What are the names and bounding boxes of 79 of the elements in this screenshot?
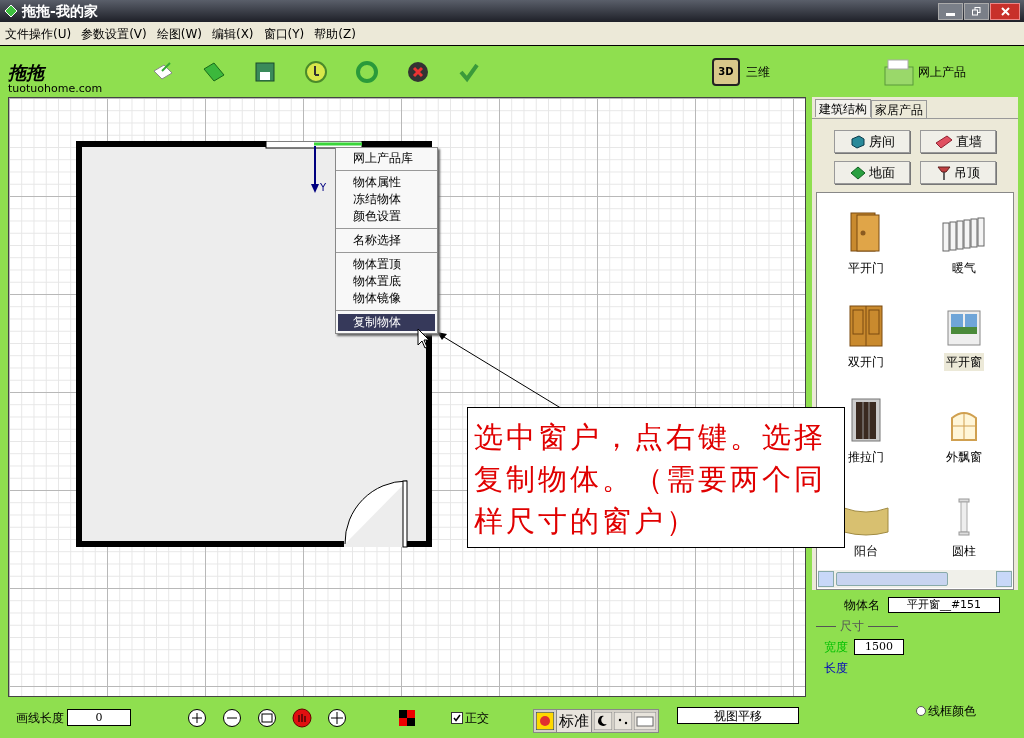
close-icon bbox=[1000, 6, 1010, 16]
annotation-callout: 选中窗户，点右键。选择复制物体。（需要两个同样尺寸的窗户） bbox=[467, 407, 845, 548]
mouse-cursor-icon bbox=[417, 328, 431, 350]
fit-view-icon[interactable] bbox=[257, 707, 277, 728]
menu-item[interactable]: 参数设置(V) bbox=[78, 24, 150, 43]
object-name-field[interactable]: 平开窗__#151 bbox=[888, 597, 1000, 613]
axis-label: Y bbox=[320, 181, 327, 195]
3d-view-label[interactable]: 三维 bbox=[746, 62, 770, 81]
column-icon bbox=[958, 497, 970, 536]
width-field[interactable]: 1500 bbox=[854, 639, 904, 655]
menu-item[interactable]: 文件操作(U) bbox=[2, 24, 75, 43]
minimize-icon bbox=[946, 12, 955, 16]
ime-mode-button[interactable]: 标准 bbox=[556, 708, 592, 734]
pan-icon[interactable] bbox=[327, 707, 347, 728]
3d-badge[interactable]: 3D bbox=[712, 57, 740, 86]
close-button[interactable] bbox=[990, 2, 1020, 20]
y-axis-arrow bbox=[310, 146, 320, 193]
operation-field[interactable]: 视图平移 bbox=[677, 707, 799, 724]
menu-entry[interactable]: 物体镜像 bbox=[338, 290, 435, 307]
menu-item[interactable]: 绘图(W) bbox=[153, 24, 205, 43]
item-label[interactable]: 圆柱 bbox=[950, 541, 978, 560]
structure-button[interactable]: 房间 bbox=[834, 130, 910, 153]
restore-button[interactable] bbox=[964, 2, 989, 20]
menu-entry[interactable]: 网上产品库 bbox=[338, 150, 435, 167]
menu-entry[interactable]: 物体置顶 bbox=[338, 256, 435, 273]
menu-item[interactable]: 帮助(Z) bbox=[311, 24, 359, 43]
wire-color-label: 线框颜色 bbox=[928, 703, 976, 720]
width-label: 宽度 bbox=[824, 639, 848, 656]
menu-entry[interactable]: 物体置底 bbox=[338, 273, 435, 290]
logo-mark: 拖拖 bbox=[8, 64, 47, 83]
zoom-out-icon[interactable] bbox=[222, 707, 242, 728]
ortho-checkbox[interactable] bbox=[451, 711, 463, 724]
menu-entry[interactable]: 物体属性 bbox=[338, 174, 435, 191]
wire-color-radio[interactable] bbox=[916, 706, 926, 716]
length-label: 长度 bbox=[824, 660, 849, 677]
structure-button[interactable]: 直墙 bbox=[920, 130, 996, 153]
radiator-icon bbox=[941, 217, 987, 253]
minimize-button[interactable] bbox=[938, 2, 963, 20]
structure-button[interactable]: 地面 bbox=[834, 161, 910, 184]
moon-icon[interactable] bbox=[594, 712, 612, 730]
app-icon bbox=[4, 4, 18, 18]
panel-tab[interactable]: 家居产品 bbox=[871, 100, 927, 118]
item-label[interactable]: 推拉门 bbox=[846, 447, 886, 466]
sliding-door-icon bbox=[851, 397, 881, 442]
line-length-field[interactable]: 0 bbox=[67, 709, 131, 726]
logo-text: tuotuohome.com bbox=[8, 82, 104, 96]
item-label[interactable]: 阳台 bbox=[852, 541, 880, 560]
size-section-label: 尺寸 bbox=[840, 618, 864, 635]
item-label[interactable]: 暖气 bbox=[950, 259, 978, 277]
ortho-label: 正交 bbox=[465, 709, 489, 727]
door-icon bbox=[849, 211, 883, 253]
zoom-in-icon[interactable] bbox=[187, 707, 207, 728]
structure-button[interactable]: 吊顶 bbox=[920, 161, 996, 184]
menu-entry[interactable]: 颜色设置 bbox=[338, 208, 435, 225]
checker-icon[interactable] bbox=[399, 709, 415, 726]
restore-icon bbox=[972, 6, 981, 16]
menu-entry[interactable]: 冻结物体 bbox=[338, 191, 435, 208]
item-label[interactable]: 双开门 bbox=[846, 353, 886, 372]
double-door-icon bbox=[849, 305, 883, 348]
menu-item[interactable]: 窗口(Y) bbox=[260, 24, 308, 43]
menu-entry[interactable]: 名称选择 bbox=[338, 232, 435, 249]
menu-item[interactable]: 编辑(X) bbox=[208, 24, 257, 43]
ime-logo-icon[interactable] bbox=[536, 712, 554, 730]
item-label[interactable]: 平开窗 bbox=[944, 353, 984, 372]
panel-tab[interactable]: 建筑结构 bbox=[815, 99, 871, 117]
brick-icon bbox=[934, 134, 953, 149]
punctuation-icon[interactable] bbox=[614, 712, 632, 730]
line-length-label: 画线长度 bbox=[16, 709, 64, 727]
window-title: 拖拖-我的家 bbox=[22, 1, 98, 21]
item-label[interactable]: 外飘窗 bbox=[944, 447, 984, 466]
cube-icon bbox=[849, 133, 866, 150]
tile-icon bbox=[849, 165, 866, 180]
lamp-icon bbox=[936, 164, 951, 181]
online-products-label[interactable]: 网上产品 bbox=[918, 62, 966, 81]
object-name-label: 物体名 bbox=[844, 597, 880, 614]
menu-entry[interactable]: 复制物体 bbox=[338, 314, 435, 331]
item-label[interactable]: 平开门 bbox=[846, 259, 886, 277]
window-icon bbox=[946, 309, 982, 348]
checkmark-icon bbox=[453, 713, 461, 722]
